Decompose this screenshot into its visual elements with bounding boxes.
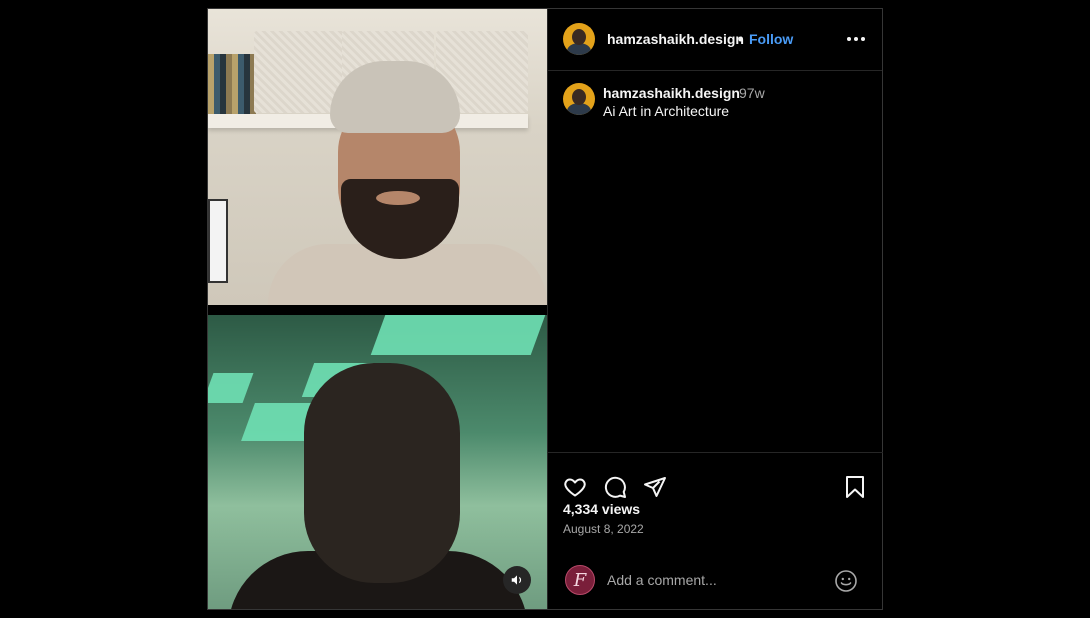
comment-composer: F [548, 553, 883, 610]
separator-dot: • [738, 31, 743, 47]
caption-username[interactable]: hamzashaikh.design [603, 85, 740, 101]
like-button[interactable] [562, 474, 588, 500]
post-header: hamzashaikh.design • Follow [548, 9, 882, 71]
author-avatar[interactable] [563, 23, 595, 55]
share-icon [644, 477, 666, 497]
share-button[interactable] [642, 474, 668, 500]
comment-icon [604, 476, 626, 498]
caption-age[interactable]: 97w [739, 85, 765, 101]
post-date[interactable]: August 8, 2022 [563, 522, 644, 536]
ceiling-light [208, 373, 254, 403]
view-count[interactable]: 4,334 views [563, 501, 640, 517]
heart-icon [564, 478, 586, 497]
more-icon [847, 37, 851, 41]
save-button[interactable] [842, 474, 868, 500]
emoji-button[interactable] [834, 569, 858, 593]
bookshelf-books [208, 54, 256, 114]
bookmark-icon [846, 476, 864, 498]
video-participant-bottom [208, 315, 547, 609]
volume-icon [511, 575, 522, 585]
video-participant-top [208, 9, 547, 305]
post-media[interactable] [208, 9, 547, 609]
volume-button[interactable] [503, 566, 531, 594]
person-mouth [376, 191, 420, 205]
comment-input[interactable] [607, 570, 827, 590]
follow-button[interactable]: Follow [749, 31, 793, 47]
more-options-button[interactable] [844, 29, 868, 49]
ceiling-light [370, 315, 546, 355]
author-username[interactable]: hamzashaikh.design [607, 31, 744, 47]
current-user-avatar: F [565, 565, 595, 595]
person-head [304, 363, 460, 583]
post-dialog: hamzashaikh.design • Follow hamzashaikh.… [207, 8, 883, 610]
emoji-icon [835, 570, 857, 592]
monitor-edge [208, 199, 228, 283]
post-actions: 4,334 views August 8, 2022 F [548, 452, 883, 610]
post-sidebar: hamzashaikh.design • Follow hamzashaikh.… [547, 9, 883, 610]
caption-avatar[interactable] [563, 83, 595, 115]
comment-button[interactable] [602, 474, 628, 500]
caption-text: Ai Art in Architecture [603, 103, 730, 119]
